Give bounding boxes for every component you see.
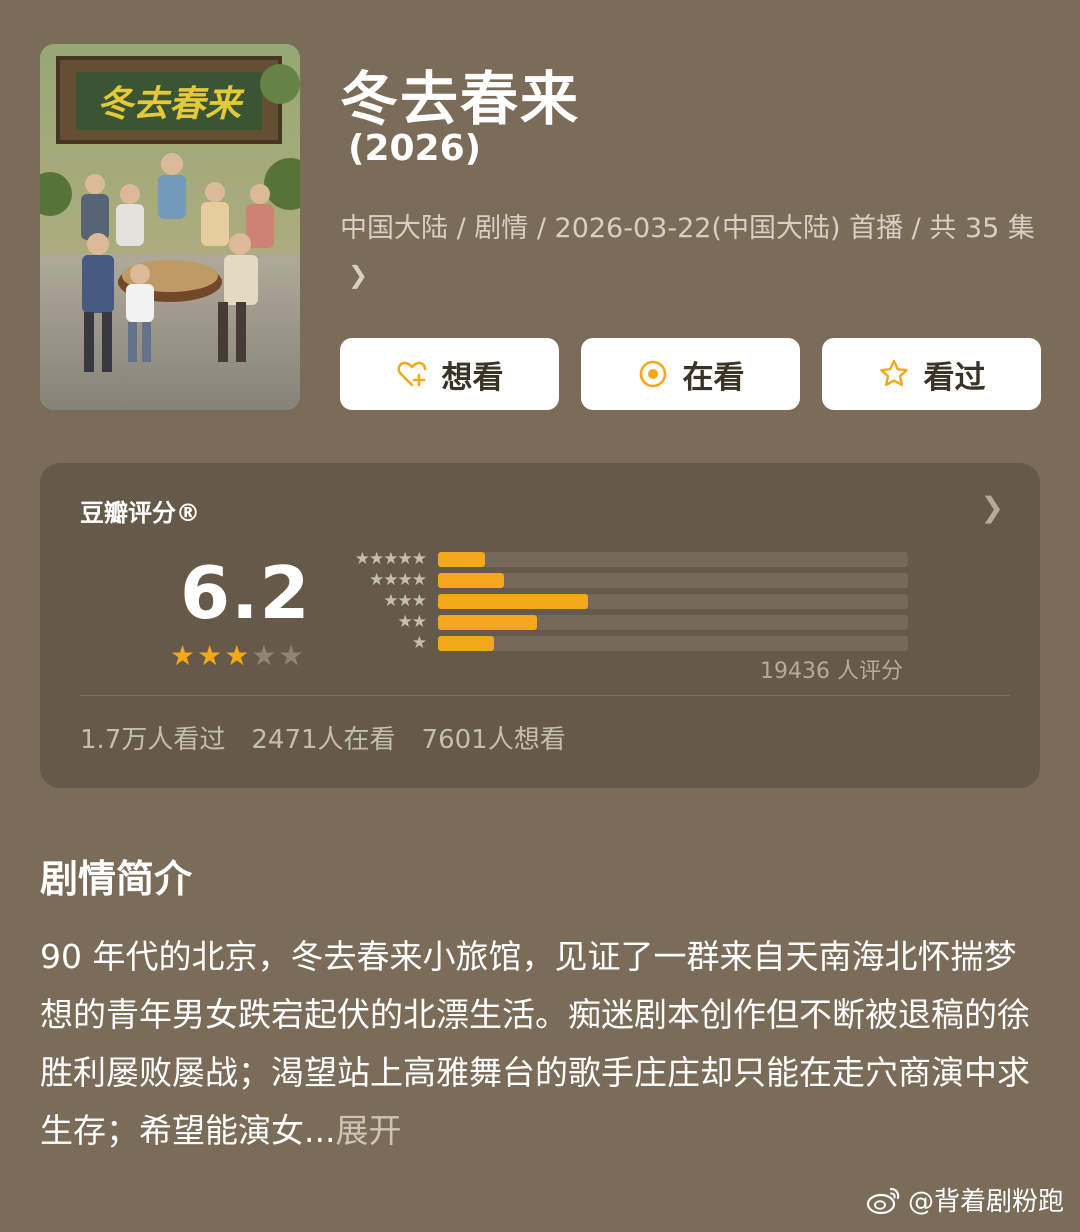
watching-button[interactable]: 在看	[581, 338, 800, 410]
want-count[interactable]: 7601人想看	[422, 719, 566, 756]
chevron-right-icon: ❯	[348, 261, 369, 289]
watching-label: 在看	[682, 359, 745, 396]
star-empty-icon: ★	[251, 639, 277, 672]
distribution-stars-label: ★★★★	[369, 570, 427, 590]
distribution-track	[438, 594, 908, 609]
poster-illustration: 冬去春来	[40, 44, 300, 410]
rating-distribution: ★★★★★ ★★★★ ★★★ ★★ ★	[336, 549, 916, 654]
poster-image[interactable]: 冬去春来	[40, 44, 300, 410]
distribution-stars-label: ★★★	[383, 591, 427, 611]
distribution-track	[438, 552, 908, 567]
star-filled-icon: ★	[224, 639, 250, 672]
heart-plus-icon	[396, 358, 428, 390]
distribution-bar	[438, 594, 588, 609]
page-title: 冬去春来	[340, 65, 581, 133]
distribution-row: ★★★★	[336, 570, 916, 591]
synopsis-heading: 剧情简介	[40, 857, 193, 901]
distribution-stars-label: ★★	[397, 612, 428, 632]
rating-source-label: 豆瓣评分®	[80, 499, 200, 527]
watch-stats: 1.7万人看过 2471人在看 7601人想看	[80, 719, 566, 756]
show-meta-link[interactable]: 中国大陆 / 剧情 / 2026-03-22(中国大陆) 首播 / 共 35 集…	[340, 206, 1040, 298]
synopsis-body: 90 年代的北京，冬去春来小旅馆，见证了一群来自天南海北怀揣梦想的青年男女跌宕起…	[40, 937, 1030, 1150]
watched-count[interactable]: 1.7万人看过	[80, 719, 225, 756]
target-icon	[637, 358, 669, 390]
star-filled-icon: ★	[197, 639, 223, 672]
distribution-bar	[438, 573, 504, 588]
divider	[80, 695, 1010, 696]
distribution-track	[438, 615, 908, 630]
expand-link[interactable]: 展开	[335, 1111, 401, 1150]
watermark: @背着剧粉跑	[866, 1181, 1064, 1218]
want-to-watch-button[interactable]: 想看	[340, 338, 559, 410]
star-outline-icon	[878, 358, 910, 390]
distribution-bar	[438, 615, 537, 630]
star-filled-icon: ★	[170, 639, 196, 672]
rating-card[interactable]: 豆瓣评分® ❯ 6.2 ★ ★ ★ ★ ★ ★★★★★ ★★★★ ★★★ ★★ ★ 19436 …	[40, 463, 1040, 788]
synopsis-text: 90 年代的北京，冬去春来小旅馆，见证了一群来自天南海北怀揣梦想的青年男女跌宕起…	[40, 928, 1040, 1160]
rating-score: 6.2	[180, 551, 311, 635]
distribution-row: ★	[336, 633, 916, 654]
watermark-text: @背着剧粉跑	[907, 1187, 1064, 1217]
movie-detail-page: 冬去春来 冬去春来 (2026) 中国大陆 / 剧情 / 2026-03-22(…	[0, 0, 1080, 1232]
distribution-bar	[438, 552, 485, 567]
chevron-right-icon[interactable]: ❯	[981, 491, 1004, 524]
want-to-watch-label: 想看	[441, 359, 504, 396]
distribution-row: ★★★	[336, 591, 916, 612]
distribution-track	[438, 573, 908, 588]
distribution-track	[438, 636, 908, 651]
distribution-row: ★★	[336, 612, 916, 633]
distribution-stars-label: ★	[411, 633, 427, 653]
weibo-icon	[866, 1185, 902, 1215]
distribution-row: ★★★★★	[336, 549, 916, 570]
star-empty-icon: ★	[278, 639, 304, 672]
release-year: (2026)	[348, 128, 482, 169]
distribution-bar	[438, 636, 494, 651]
watched-button[interactable]: 看过	[822, 338, 1041, 410]
watched-label: 看过	[923, 359, 986, 396]
show-meta-text: 中国大陆 / 剧情 / 2026-03-22(中国大陆) 首播 / 共 35 集	[340, 213, 1035, 244]
distribution-stars-label: ★★★★★	[354, 549, 427, 569]
watching-count[interactable]: 2471人在看	[251, 719, 395, 756]
rating-count: 19436 人评分	[760, 659, 903, 684]
rating-stars: ★ ★ ★ ★ ★	[170, 639, 304, 672]
